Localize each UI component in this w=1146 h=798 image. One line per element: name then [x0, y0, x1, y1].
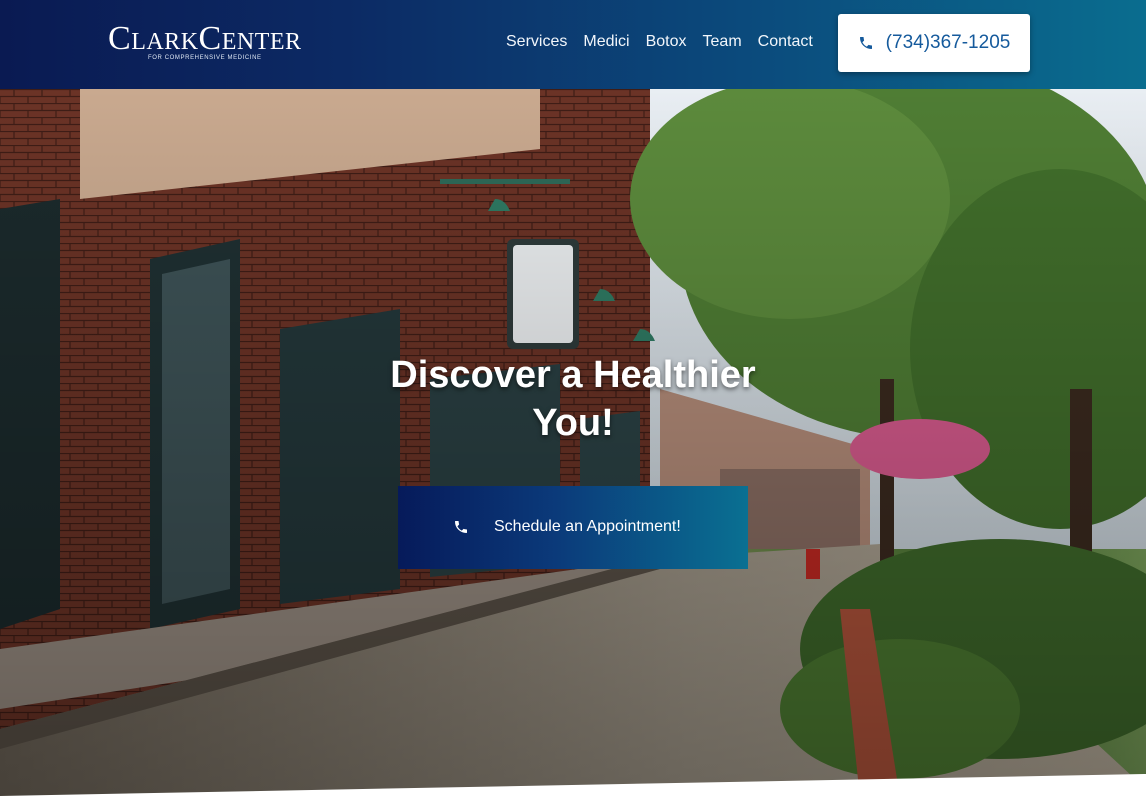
nav-link-medici[interactable]: Medici [575, 30, 637, 54]
clark-center-logo[interactable]: CLARKCENTER FOR COMPREHENSIVE MEDICINE [108, 22, 301, 66]
site-header: CLARKCENTER FOR COMPREHENSIVE MEDICINE S… [0, 0, 1146, 89]
hero-section: Discover a Healthier You! Schedule an Ap… [0, 89, 1146, 798]
hero-heading-line-2: You! [532, 402, 614, 444]
nav-link-contact[interactable]: Contact [750, 30, 821, 54]
phone-icon [858, 35, 874, 51]
schedule-appointment-label: Schedule an Appointment! [494, 518, 681, 535]
logo-wordmark: CLARKCENTER [108, 20, 302, 57]
phone-number-label: (734)367-1205 [885, 32, 1011, 53]
nav-link-team[interactable]: Team [695, 30, 750, 54]
logo-tagline: FOR COMPREHENSIVE MEDICINE [148, 55, 262, 61]
nav-link-services[interactable]: Services [498, 30, 575, 54]
section-divider [0, 774, 1146, 798]
main-nav: Services Medici Botox Team Contact [498, 30, 821, 54]
schedule-appointment-button[interactable]: Schedule an Appointment! [398, 486, 748, 569]
hero-heading-line-1: Discover a Healthier [390, 354, 756, 396]
phone-call-button[interactable]: (734)367-1205 [838, 14, 1030, 72]
hero-heading: Discover a Healthier You! [373, 351, 773, 447]
nav-link-botox[interactable]: Botox [638, 30, 695, 54]
